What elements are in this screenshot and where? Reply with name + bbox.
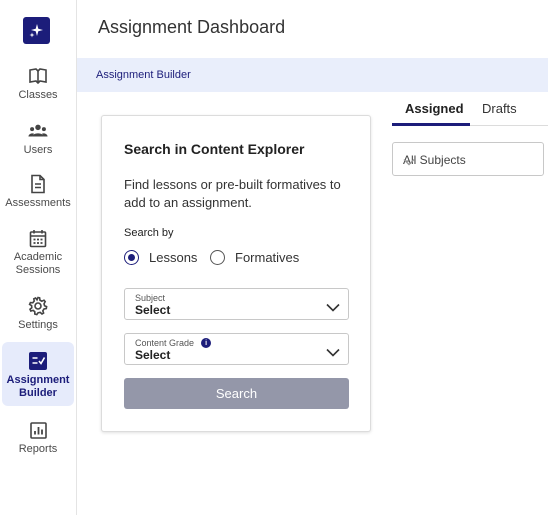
users-icon [28, 121, 48, 141]
breadcrumb: Assignment Builder [77, 58, 548, 92]
chevron-down-icon [326, 344, 340, 362]
sidebar-item-label: Assessments [5, 197, 71, 209]
search-button[interactable]: Search [124, 378, 349, 409]
card-title: Search in Content Explorer [124, 141, 305, 157]
select-label-text: Content Grade [135, 338, 195, 348]
sidebar-item-assessments[interactable]: Assessments [2, 174, 74, 210]
radio-label: Lessons [149, 250, 198, 265]
select-value: Select [135, 303, 171, 317]
sidebar-item-classes[interactable]: Classes [2, 66, 74, 102]
select-label: Subject [135, 293, 166, 303]
checklist-icon [28, 351, 48, 371]
tab-assigned[interactable]: Assigned [405, 101, 464, 116]
open-book-icon [28, 66, 48, 86]
tab-drafts[interactable]: Drafts [482, 101, 517, 116]
subject-select[interactable]: Subject Select [124, 288, 349, 320]
bar-chart-icon [28, 420, 48, 440]
sidebar-item-label: Classes [18, 89, 58, 101]
radio-circle[interactable] [124, 250, 139, 265]
breadcrumb-item[interactable]: Assignment Builder [96, 69, 191, 81]
select-label: Content Grade i [135, 338, 212, 348]
gear-icon [28, 296, 48, 316]
sidebar-item-reports[interactable]: Reports [2, 420, 74, 456]
calendar-icon [28, 228, 48, 248]
content-grade-select[interactable]: Content Grade i Select [124, 333, 349, 365]
radio-label: Formatives [235, 250, 300, 265]
info-icon[interactable]: i [201, 338, 212, 348]
sidebar-item-users[interactable]: Users [2, 121, 74, 157]
sidebar-item-academic-sessions[interactable]: Academic Sessions [2, 228, 74, 276]
sidebar-item-label: Settings [18, 319, 58, 331]
chevron-down-icon [403, 155, 533, 169]
sidebar-item-label: Assignment Builder [6, 374, 70, 399]
sidebar-item-label: Academic Sessions [13, 251, 63, 276]
active-tab-indicator [392, 123, 470, 126]
sidebar-item-settings[interactable]: Settings [2, 296, 74, 332]
sidebar-item-assignment-builder[interactable]: Assignment Builder [2, 342, 74, 406]
search-by-label: Search by [124, 227, 174, 239]
document-icon [28, 174, 48, 194]
sidebar: Classes Users Assessments Academic Sessi… [0, 0, 77, 515]
subject-filter-select[interactable]: All Subjects [392, 142, 544, 176]
lessons-radio[interactable]: Lessons [124, 250, 197, 265]
page-title: Assignment Dashboard [98, 17, 286, 37]
radio-circle[interactable] [210, 250, 225, 265]
sparkle-logo-icon[interactable] [23, 17, 50, 44]
sidebar-item-label: Users [23, 144, 53, 156]
sidebar-item-label: Reports [18, 443, 58, 455]
formatives-radio[interactable]: Formatives [210, 250, 299, 265]
content-explorer-card: Search in Content Explorer Find lessons … [101, 115, 371, 432]
card-description: Find lessons or pre-built formatives to … [124, 177, 341, 210]
chevron-down-icon [326, 299, 340, 317]
select-value: Select [135, 348, 171, 362]
